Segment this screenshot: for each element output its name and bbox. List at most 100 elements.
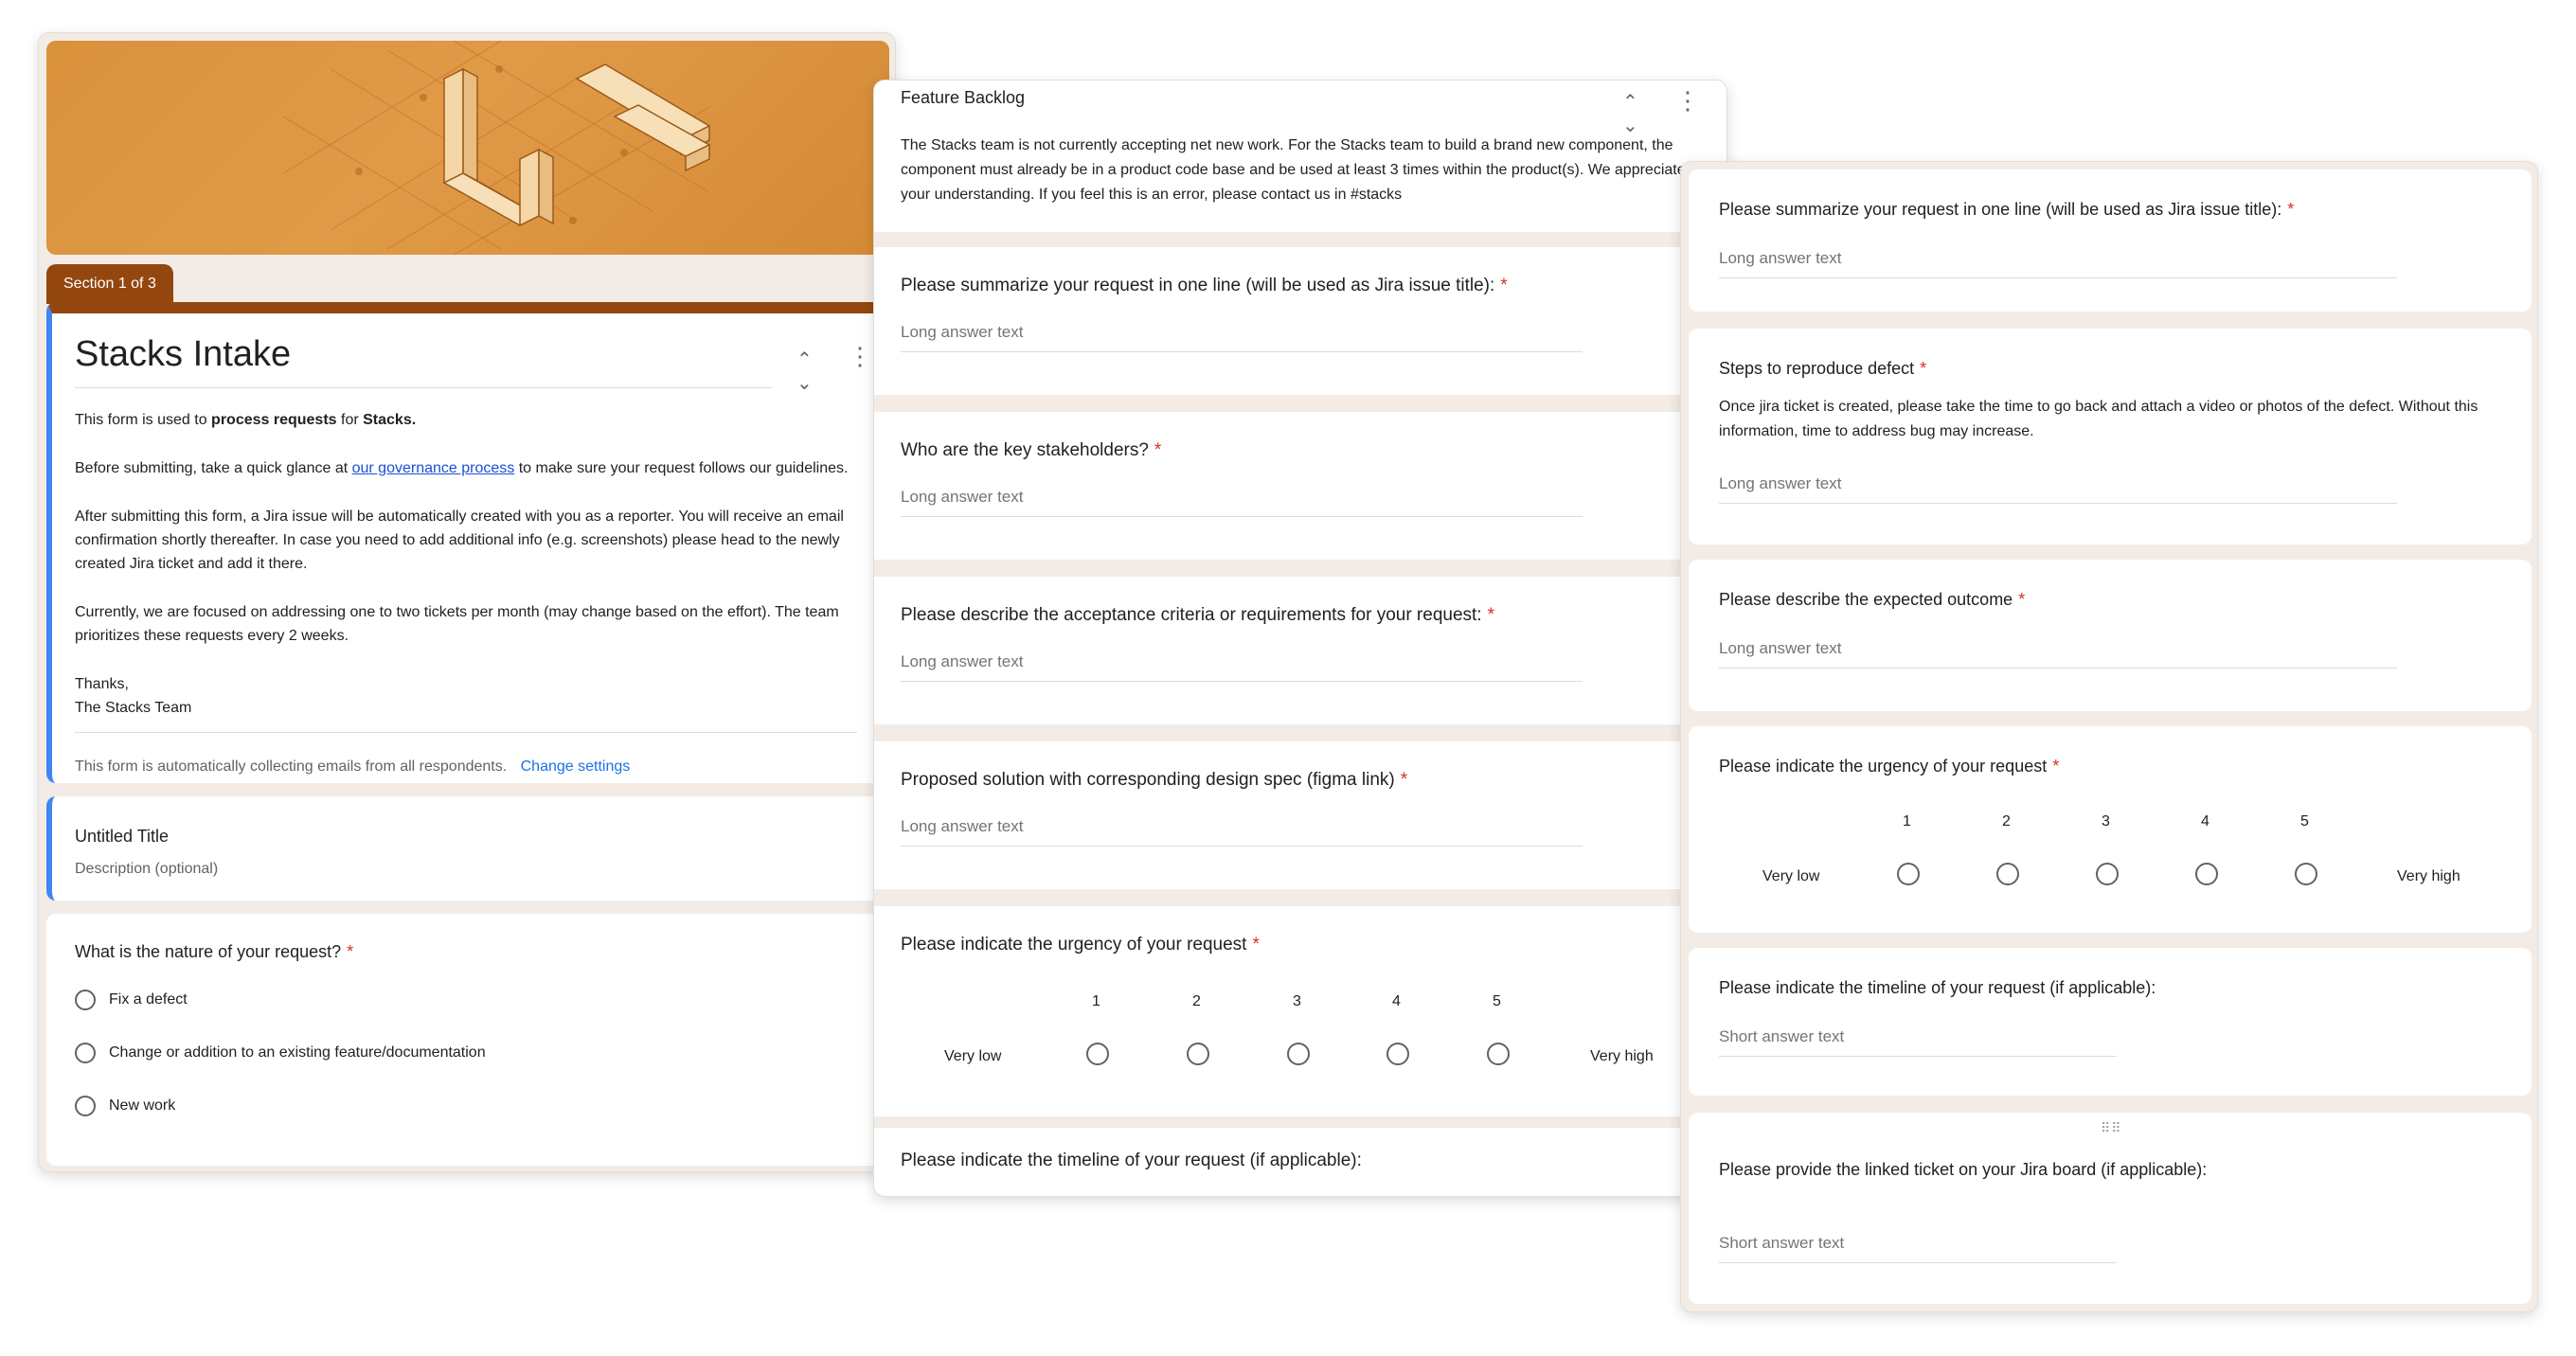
desc-paragraph: After submitting this form, a Jira issue… — [75, 508, 844, 572]
question-card-urgency[interactable]: Please indicate the urgency of your requ… — [1689, 726, 2531, 933]
section-header-card[interactable]: Feature Backlog ⌃ ⌄ ⋮ The Stacks team is … — [874, 80, 1726, 232]
description-placeholder[interactable]: Description (optional) — [75, 861, 218, 878]
required-asterisk: * — [347, 942, 354, 961]
question-card[interactable]: Proposed solution with corresponding des… — [874, 741, 1726, 889]
collapse-icon[interactable]: ⌃ ⌄ — [1622, 90, 1638, 137]
question-card[interactable]: Please summarize your request in one lin… — [1689, 170, 2531, 312]
question-card[interactable]: Please indicate the timeline of your req… — [874, 1128, 1726, 1196]
question-card-urgency[interactable]: Please indicate the urgency of your requ… — [874, 906, 1726, 1116]
question-title: Please provide the linked ticket on your… — [1719, 1160, 2208, 1179]
radio-button[interactable] — [75, 990, 96, 1010]
question-title: What is the nature of your request? * — [75, 942, 354, 961]
scale-radio-button[interactable] — [1086, 1043, 1109, 1065]
desc-text: This form is used to — [75, 412, 212, 428]
form-panel-section-2: Feature Backlog ⌃ ⌄ ⋮ The Stacks team is … — [873, 80, 1727, 1197]
desc-thanks: Thanks, — [75, 676, 129, 692]
form-panel-section-1: Section 1 of 3 Stacks Intake ⌃ ⌄ ⋮ This f… — [38, 32, 896, 1172]
option-label: New work — [109, 1097, 176, 1114]
long-answer-field[interactable]: Long answer text — [901, 652, 1583, 682]
scale-radio-button[interactable] — [1487, 1043, 1510, 1065]
question-title: Please describe the expected outcome * — [1719, 590, 2026, 609]
question-title: Please summarize your request in one lin… — [901, 276, 1508, 295]
more-vert-icon[interactable]: ⋮ — [1675, 86, 1700, 116]
scale-radio-button[interactable] — [2295, 863, 2317, 885]
question-title: Proposed solution with corresponding des… — [901, 770, 1408, 790]
long-answer-field[interactable]: Long answer text — [901, 488, 1583, 517]
form-description[interactable]: This form is used to process requests fo… — [75, 408, 851, 720]
question-card[interactable]: Please describe the expected outcome * Lo… — [1689, 560, 2531, 711]
question-card[interactable]: Please indicate the timeline of your req… — [1689, 948, 2531, 1096]
long-answer-field[interactable]: Long answer text — [1719, 249, 2397, 278]
required-asterisk: * — [2018, 590, 2026, 609]
radio-option[interactable]: Change or addition to an existing featur… — [75, 1043, 486, 1063]
required-asterisk: * — [1487, 605, 1494, 625]
scale-number: 5 — [2300, 813, 2309, 830]
untitled-title[interactable]: Untitled Title — [75, 827, 169, 847]
stacks-logo-illustration — [282, 41, 711, 255]
scale-radio-button[interactable] — [1996, 863, 2019, 885]
option-label: Fix a defect — [109, 991, 188, 1008]
radio-option[interactable]: Fix a defect — [75, 990, 188, 1010]
form-panel-section-3: Please summarize your request in one lin… — [1680, 161, 2538, 1312]
short-answer-field[interactable]: Short answer text — [1719, 1234, 2117, 1263]
scale-high-label: Very high — [2397, 868, 2460, 884]
question-card[interactable]: ⠿⠿ Please provide the linked ticket on y… — [1689, 1113, 2531, 1304]
radio-button[interactable] — [75, 1043, 96, 1063]
scale-low-label: Very low — [1762, 868, 1820, 884]
question-title: Please summarize your request in one lin… — [1719, 200, 2295, 219]
scale-number: 1 — [1903, 813, 1911, 830]
question-card[interactable]: Please summarize your request in one lin… — [874, 247, 1726, 395]
required-asterisk: * — [1400, 770, 1408, 790]
scale-number: 4 — [1392, 993, 1401, 1009]
radio-button[interactable] — [75, 1096, 96, 1116]
form-title[interactable]: Stacks Intake — [75, 334, 291, 375]
section-indicator-tab: Section 1 of 3 — [46, 264, 173, 304]
scale-number: 2 — [2002, 813, 2011, 830]
option-label: Change or addition to an existing featur… — [109, 1044, 486, 1061]
question-title: Please indicate the urgency of your requ… — [1719, 757, 2060, 776]
scale-radio-button[interactable] — [2096, 863, 2119, 885]
question-title: Please indicate the timeline of your req… — [1719, 978, 2156, 997]
question-card[interactable]: Please describe the acceptance criteria … — [874, 577, 1726, 724]
desc-text: Before submitting, take a quick glance a… — [75, 460, 352, 476]
long-answer-field[interactable]: Long answer text — [1719, 639, 2397, 669]
scale-number: 5 — [1493, 993, 1501, 1009]
long-answer-field[interactable]: Long answer text — [901, 817, 1583, 847]
change-settings-link[interactable]: Change settings — [521, 758, 631, 775]
title-description-card[interactable]: Untitled Title Description (optional) — [46, 796, 889, 901]
required-asterisk: * — [1154, 440, 1162, 460]
more-vert-icon[interactable]: ⋮ — [848, 342, 872, 371]
section-description[interactable]: The Stacks team is not currently accepti… — [901, 134, 1696, 207]
section-title[interactable]: Feature Backlog — [901, 88, 1025, 108]
desc-text: to make sure your request follows our gu… — [514, 460, 849, 476]
short-answer-field[interactable]: Short answer text — [1719, 1027, 2117, 1057]
question-title: Steps to reproduce defect * — [1719, 359, 1927, 378]
governance-process-link[interactable]: our governance process — [352, 460, 515, 476]
long-answer-field[interactable]: Long answer text — [1719, 474, 2397, 504]
desc-bold: process requests — [211, 412, 337, 428]
question-title: Who are the key stakeholders? * — [901, 440, 1162, 460]
email-collection-notice: This form is automatically collecting em… — [75, 758, 630, 776]
scale-radio-button[interactable] — [2195, 863, 2218, 885]
scale-radio-button[interactable] — [1897, 863, 1920, 885]
radio-option[interactable]: New work — [75, 1096, 175, 1116]
question-card[interactable]: Who are the key stakeholders? * Long answ… — [874, 412, 1726, 560]
title-underline — [75, 387, 772, 388]
long-answer-field[interactable]: Long answer text — [901, 323, 1583, 352]
drag-handle-icon[interactable]: ⠿⠿ — [2101, 1120, 2122, 1136]
scale-high-label: Very high — [1590, 1048, 1654, 1064]
question-card-nature[interactable]: What is the nature of your request? * Fix… — [46, 914, 889, 1166]
collapse-icon[interactable]: ⌃ ⌄ — [796, 348, 813, 395]
question-card[interactable]: Steps to reproduce defect * Once jira tic… — [1689, 329, 2531, 544]
question-description: Once jira ticket is created, please take… — [1719, 399, 2478, 439]
divider — [75, 732, 857, 733]
email-notice-text: This form is automatically collecting em… — [75, 758, 508, 775]
header-banner-image — [46, 41, 889, 255]
form-header-card[interactable]: Stacks Intake ⌃ ⌄ ⋮ This form is used to … — [46, 302, 889, 783]
question-title: Please indicate the timeline of your req… — [901, 1151, 1362, 1170]
scale-radio-button[interactable] — [1386, 1043, 1409, 1065]
question-title: Please describe the acceptance criteria … — [901, 605, 1494, 625]
scale-number: 2 — [1192, 993, 1201, 1009]
scale-radio-button[interactable] — [1287, 1043, 1310, 1065]
scale-radio-button[interactable] — [1187, 1043, 1209, 1065]
